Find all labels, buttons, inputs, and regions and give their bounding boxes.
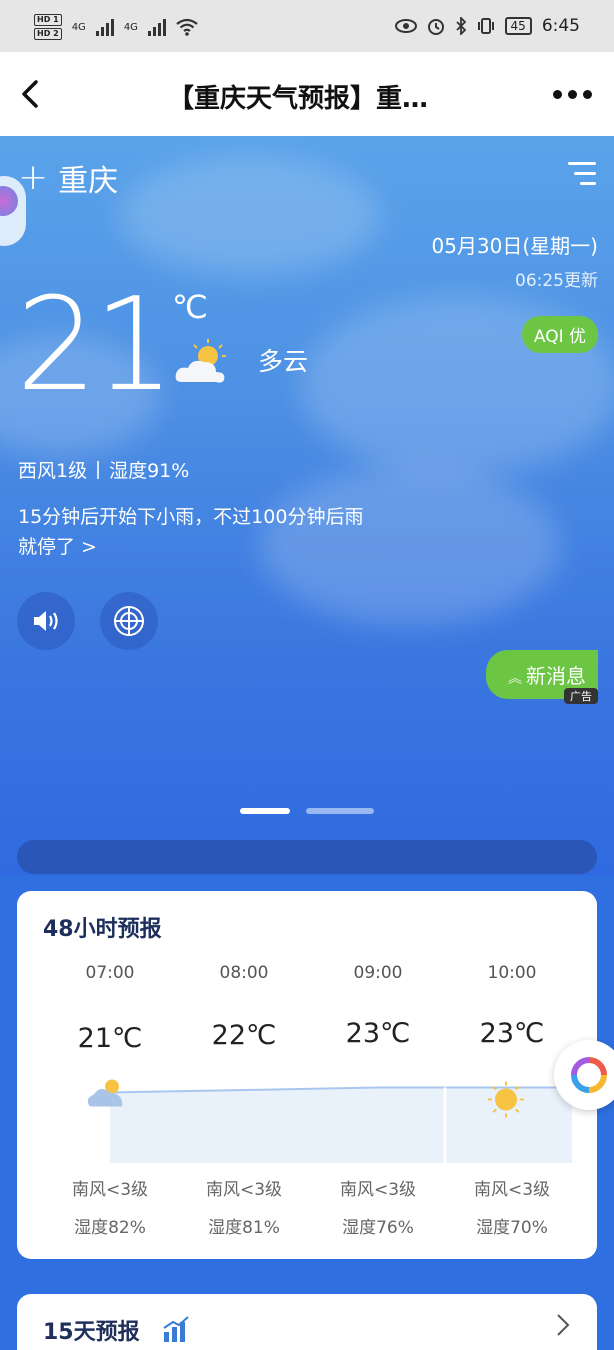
hour-humidity: 湿度81% xyxy=(208,1218,280,1238)
page-indicator xyxy=(240,808,374,814)
hour-humidity: 湿度76% xyxy=(342,1218,414,1238)
daily-forecast-card[interactable]: 15天预报 xyxy=(17,1294,597,1350)
hour-time: 07:00 xyxy=(85,963,135,983)
hour-wind: 南风<3级 xyxy=(339,1180,417,1200)
page-dot xyxy=(306,808,374,814)
signal-1-icon xyxy=(95,18,114,36)
hour-temperature: 22℃ xyxy=(211,1020,277,1051)
more-dot-icon xyxy=(583,90,592,99)
pinwheel-icon xyxy=(571,1057,607,1093)
alarm-icon xyxy=(427,19,444,35)
hourly-item: 10:00 23℃ 南风<3级 湿度70% xyxy=(445,963,579,1238)
title-bar: 【重庆天气预报】重… xyxy=(0,52,614,136)
hour-wind: 南风<3级 xyxy=(473,1180,551,1200)
hourly-item: 07:00 21℃ 南风<3级湿度82% xyxy=(43,963,177,1238)
hour-humidity: 湿度70% xyxy=(476,1218,548,1238)
wind-humidity: 西风1级 湿度91% xyxy=(18,456,189,483)
sim2-label: HD 2 xyxy=(34,28,62,40)
chevron-up-icon: ︽ xyxy=(508,671,522,687)
floating-logo-badge[interactable] xyxy=(0,176,26,246)
voice-broadcast-button[interactable] xyxy=(17,592,75,650)
city-name: 重庆 xyxy=(58,164,119,199)
more-dot-icon xyxy=(553,90,562,99)
current-temperature: 21 xyxy=(16,271,175,420)
speaker-icon xyxy=(34,611,58,631)
daily-forecast-title: 15天预报 xyxy=(43,1320,140,1345)
radar-icon xyxy=(114,606,144,636)
trend-chart-icon xyxy=(163,1316,189,1342)
humidity-label: 湿度91% xyxy=(109,460,190,482)
more-dot-icon xyxy=(568,90,577,99)
vibrate-icon xyxy=(477,18,494,34)
hour-wind: 南风<3级 xyxy=(205,1180,283,1200)
hourly-item: 08:00 22℃ 南风<3级湿度81% xyxy=(177,963,311,1238)
hourly-forecast-card: 48小时预报 07:00 21℃ 南风<3级湿度82% 08:00 22℃ 南风<3级湿度… xyxy=(17,891,597,1259)
bluetooth-icon xyxy=(455,17,466,35)
hourly-forecast-list[interactable]: 07:00 21℃ 南风<3级湿度82% 08:00 22℃ 南风<3级湿度81% 09:0… xyxy=(43,963,579,1243)
new-message-label: 新消息 xyxy=(526,664,586,688)
partly-cloudy-icon xyxy=(175,339,226,383)
background-cloud xyxy=(120,156,380,276)
divider xyxy=(97,460,100,479)
ad-tag: 广告 xyxy=(564,688,598,704)
hourly-item: 09:00 23℃ 南风<3级湿度76% xyxy=(311,963,445,1238)
chevron-right-icon[interactable] xyxy=(555,1312,571,1338)
sim-indicators: HD 1 HD 2 xyxy=(34,14,62,40)
page-title: 【重庆天气预报】重… xyxy=(168,84,429,114)
logo-icon xyxy=(0,186,18,216)
status-left: HD 1 HD 2 4G 4G xyxy=(34,14,198,40)
hour-time: 08:00 xyxy=(219,963,269,983)
clock: 6:45 xyxy=(541,16,580,36)
precipitation-forecast-link[interactable]: 15分钟后开始下小雨，不过100分钟后雨就停了 > xyxy=(18,502,378,562)
hour-time: 09:00 xyxy=(353,963,403,983)
info-bar xyxy=(17,840,597,874)
hourly-forecast-title: 48小时预报 xyxy=(43,917,162,942)
temperature-curve xyxy=(87,1079,572,1163)
hour-temperature: 23℃ xyxy=(345,1017,411,1049)
battery-icon: 45 xyxy=(504,17,532,35)
signal-2-icon xyxy=(147,18,166,36)
date-label: 05月30日(星期一) xyxy=(431,234,598,258)
temperature-unit: ℃ xyxy=(172,288,208,326)
weather-condition: 多云 xyxy=(258,347,309,376)
wifi-icon xyxy=(176,18,198,36)
page-dot-active xyxy=(240,808,290,814)
updated-time: 06:25更新 xyxy=(515,271,598,291)
wind-label: 西风1级 xyxy=(18,460,88,482)
hour-time: 10:00 xyxy=(487,963,537,983)
network-label-2: 4G xyxy=(123,21,138,33)
hour-temperature: 21℃ xyxy=(77,1022,143,1054)
hour-humidity: 湿度82% xyxy=(74,1218,146,1238)
floating-app-logo[interactable] xyxy=(554,1040,614,1110)
city-selector[interactable]: + 重庆 xyxy=(18,156,118,200)
more-options-button[interactable] xyxy=(553,90,592,99)
back-button[interactable] xyxy=(14,76,50,112)
radar-map-button[interactable] xyxy=(100,592,158,650)
aqi-badge[interactable]: AQI 优 xyxy=(521,316,598,353)
eye-icon xyxy=(394,19,417,33)
network-label-1: 4G xyxy=(71,21,86,33)
sim1-label: HD 1 xyxy=(34,14,62,26)
hour-wind: 南风<3级 xyxy=(71,1180,149,1200)
status-bar: HD 1 HD 2 4G 4G 45 6:45 xyxy=(0,0,614,52)
weather-hero: + 重庆 05月30日(星期一) 06:25更新 AQI 优 21 ℃ 多云 西… xyxy=(0,136,614,876)
menu-icon[interactable] xyxy=(568,162,596,185)
status-right: 45 6:45 xyxy=(394,16,580,36)
